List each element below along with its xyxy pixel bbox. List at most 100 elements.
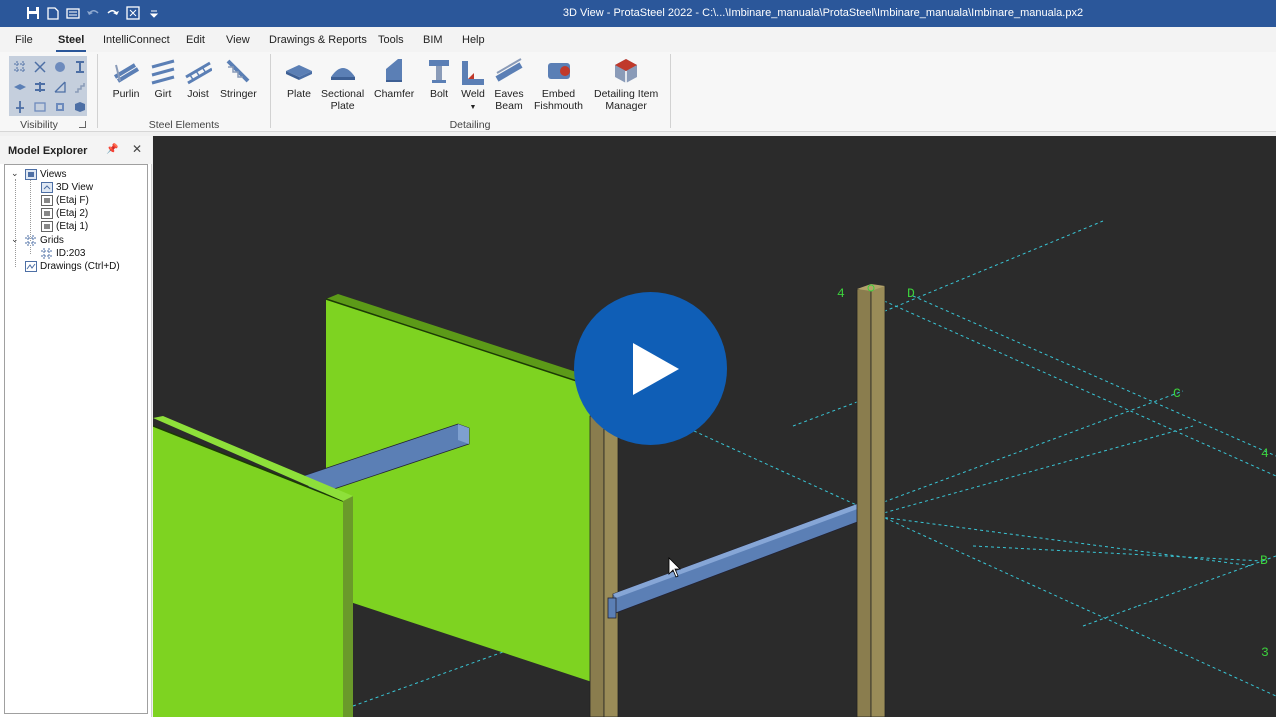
column-right-b [870,285,886,717]
stringer-label: Stringer [220,88,257,100]
sphere-icon[interactable] [50,57,69,76]
chamfer-label: Chamfer [374,88,415,100]
play-video-button[interactable] [574,292,727,445]
tree-node-views[interactable]: Views [25,168,67,181]
embed-fishmouth-button[interactable]: Embed Fishmouth [534,56,583,112]
front-panel[interactable] [153,426,343,717]
beam-end-plate [607,597,617,619]
sectional-plate-button[interactable]: Sectional Plate [321,56,364,112]
model-explorer-panel: Model Explorer 📌 ✕ ⌄ Views 3D View (Etaj… [0,136,152,717]
tree-node-etaj-1[interactable]: (Etaj 1) [41,220,88,233]
plate-visibility-icon[interactable] [10,77,29,96]
eaves-beam-button[interactable]: Eaves Beam [494,56,524,112]
front-panel-side [343,496,353,717]
stair-icon[interactable] [70,77,89,96]
eaves-beam-label-line1: Eaves [494,88,524,100]
visibility-group-label: Visibility [20,119,58,131]
column-visibility-icon[interactable] [30,77,49,96]
3d-viewport[interactable]: 4 D C 4 B 3 [153,136,1276,717]
weld-button[interactable]: Weld ▼ [458,56,488,114]
grid-label-c: C [1173,386,1181,401]
tab-steel[interactable]: Steel [55,34,87,52]
stringer-button[interactable]: Stringer [220,56,257,100]
purlin-label: Purlin [112,88,140,100]
girt-icon [148,56,178,86]
tab-tools[interactable]: Tools [378,34,404,46]
weld-label-text: Weld [461,88,485,100]
plate-button[interactable]: Plate [284,56,314,100]
tree-guide [15,179,16,267]
steel-elements-group-label: Steel Elements [148,119,220,131]
tab-intelliconnect[interactable]: IntelliConnect [103,34,170,46]
bracing-icon[interactable] [50,77,69,96]
grids-icon [25,235,37,246]
grid-label-d: D [907,286,915,301]
sectional-plate-label-line2: Plate [330,100,355,112]
back-panel[interactable] [326,299,598,684]
purlin-icon [111,56,141,86]
tab-help[interactable]: Help [462,34,485,46]
expand-views-icon[interactable]: ⌄ [11,169,20,178]
model-tree: ⌄ Views 3D View (Etaj F) (Etaj 2) (Etaj … [4,164,148,714]
detailing-item-manager-button[interactable]: Detailing Item Manager [594,56,658,112]
tree-node-etaj-2[interactable]: (Etaj 2) [41,207,88,220]
bolt-visibility-icon[interactable] [50,97,69,116]
tab-edit[interactable]: Edit [186,34,205,46]
column-right-a[interactable] [856,288,872,717]
grid-visibility-icon[interactable] [10,57,29,76]
tree-node-drawings[interactable]: Drawings (Ctrl+D) [25,260,120,273]
column-left-b [603,420,619,717]
i-beam-icon[interactable] [70,57,89,76]
tree-node-3d-view[interactable]: 3D View [41,181,93,194]
tab-file[interactable]: File [15,34,33,46]
joist-button[interactable]: Joist [183,56,213,100]
embed-fishmouth-label-line2: Fishmouth [534,100,584,112]
stringer-icon [223,56,253,86]
solid-cube-icon[interactable] [70,97,89,116]
eaves-beam-label-line2: Beam [495,100,523,112]
tree-node-grid-id[interactable]: ID:203 [41,247,85,260]
expand-grids-icon[interactable]: ⌄ [11,235,20,244]
model-canvas [153,220,1276,717]
tree-node-etaj-f[interactable]: (Etaj F) [41,194,89,207]
grid-label-4-top: 4 [837,286,845,301]
lower-beam-top [613,500,871,598]
floor-view-icon [41,221,53,232]
chevron-down-icon[interactable]: ▼ [470,104,477,111]
purlin-button[interactable]: Purlin [111,56,141,100]
chamfer-button[interactable]: Chamfer [374,56,414,100]
tab-drawings-reports[interactable]: Drawings & Reports [269,34,367,46]
sectional-plate-label-line1: Sectional [321,88,365,100]
tab-view[interactable]: View [226,34,250,46]
ribbon: Visibility Purlin Girt Joist Stringer St… [0,52,1276,132]
tab-bim[interactable]: BIM [423,34,443,46]
tree-node-drawings-label: Drawings (Ctrl+D) [40,261,120,272]
embed-fishmouth-label-line1: Embed [541,88,576,100]
anchor-icon[interactable] [10,97,29,116]
column-left-a[interactable] [589,415,605,717]
title-bar: 3D View - ProtaSteel 2022 - C:\...\Imbin… [0,0,1276,27]
connection-icon[interactable] [30,97,49,116]
model-explorer-title: Model Explorer [8,145,88,157]
tree-guide [30,179,31,241]
plate-icon [284,56,314,86]
tree-node-grid-id-label: ID:203 [56,248,86,259]
embed-fishmouth-icon [544,56,574,86]
dialog-launcher-icon[interactable] [79,121,86,128]
detailing-item-manager-icon [611,56,641,86]
tree-node-views-label: Views [40,169,67,180]
girt-button[interactable]: Girt [148,56,178,100]
girt-label: Girt [154,88,172,100]
plate-label: Plate [287,88,311,100]
bolt-button[interactable]: Bolt [424,56,454,100]
views-icon [25,169,37,180]
sectional-plate-label: Sectional Plate [321,88,364,112]
axis-cross-icon[interactable] [30,57,49,76]
tree-node-grids[interactable]: Grids [25,234,64,247]
eaves-beam-icon [494,56,524,86]
close-icon[interactable]: ✕ [132,142,142,156]
view-3d-icon [41,182,53,193]
visibility-buttons [9,56,87,116]
grid-label-3: 3 [1261,645,1269,660]
pin-icon[interactable]: 📌 [106,144,118,155]
